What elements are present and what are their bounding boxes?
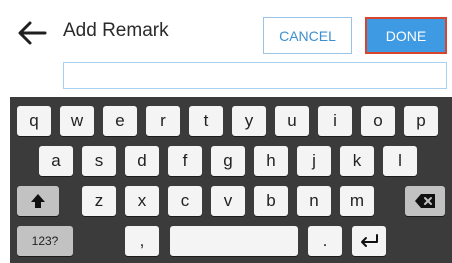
- symbols-key[interactable]: 123?: [17, 226, 73, 256]
- key-m[interactable]: m: [340, 186, 374, 216]
- key-h[interactable]: h: [254, 146, 288, 176]
- page-title: Add Remark: [63, 20, 169, 41]
- key-c[interactable]: c: [168, 186, 202, 216]
- key-y[interactable]: y: [232, 106, 266, 136]
- key-r[interactable]: r: [146, 106, 180, 136]
- key-w[interactable]: w: [60, 106, 94, 136]
- space-key[interactable]: [170, 226, 298, 256]
- key-g[interactable]: g: [211, 146, 245, 176]
- key-f[interactable]: f: [168, 146, 202, 176]
- key-u[interactable]: u: [275, 106, 309, 136]
- shift-up-arrow-icon: [31, 194, 45, 208]
- key-k[interactable]: k: [340, 146, 374, 176]
- key-n[interactable]: n: [297, 186, 331, 216]
- key-a[interactable]: a: [39, 146, 73, 176]
- done-button[interactable]: DONE: [365, 17, 447, 54]
- key-p[interactable]: p: [404, 106, 438, 136]
- backspace-icon: [415, 194, 435, 208]
- key-x[interactable]: x: [125, 186, 159, 216]
- comma-key[interactable]: ,: [125, 226, 159, 256]
- enter-return-icon: [361, 234, 378, 247]
- keyboard: q w e r t y u i o p a s d f g h j k l z …: [10, 97, 452, 263]
- key-t[interactable]: t: [189, 106, 223, 136]
- shift-key[interactable]: [17, 186, 59, 216]
- cancel-button[interactable]: CANCEL: [263, 17, 352, 54]
- enter-key[interactable]: [352, 226, 386, 256]
- key-i[interactable]: i: [318, 106, 352, 136]
- period-key[interactable]: .: [308, 226, 342, 256]
- key-b[interactable]: b: [254, 186, 288, 216]
- key-q[interactable]: q: [17, 106, 51, 136]
- key-e[interactable]: e: [103, 106, 137, 136]
- key-l[interactable]: l: [383, 146, 417, 176]
- key-j[interactable]: j: [297, 146, 331, 176]
- key-o[interactable]: o: [361, 106, 395, 136]
- remark-input[interactable]: [63, 62, 447, 89]
- key-z[interactable]: z: [82, 186, 116, 216]
- key-s[interactable]: s: [82, 146, 116, 176]
- top-bar: Add Remark CANCEL DONE: [0, 0, 452, 58]
- key-v[interactable]: v: [211, 186, 245, 216]
- key-d[interactable]: d: [125, 146, 159, 176]
- backspace-key[interactable]: [405, 186, 445, 216]
- arrow-left-icon[interactable]: [17, 20, 47, 46]
